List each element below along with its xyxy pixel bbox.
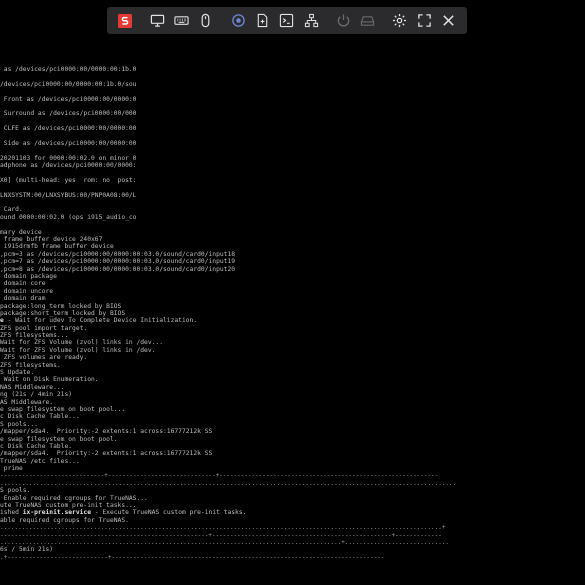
console-line: adphone as /devices/pci0000:00/0000: (0, 162, 137, 170)
console-line: ........................................… (0, 524, 446, 532)
keyboard-icon[interactable] (170, 9, 194, 33)
terminal-icon[interactable] (275, 9, 299, 33)
drive-icon[interactable] (356, 9, 380, 33)
close-icon[interactable] (437, 9, 461, 33)
console-line: LNXSYSTM:00/LNXSYBUS:00/PNP0A08:00/L (0, 191, 137, 199)
console-line: domain uncore (0, 287, 54, 295)
console-line: AS Middleware. (0, 398, 54, 406)
console-line: domain dram (0, 295, 46, 303)
console-line: X0] (multi-head: yes rom: no post: (0, 176, 137, 184)
console-line: ound 0000:00:02.0 (ops i915_audio_co (0, 213, 137, 221)
console-line: frame buffer device 240x67 (0, 235, 103, 243)
console-line: e swap filesystem on boot pool... (0, 405, 126, 413)
record-icon[interactable] (226, 9, 250, 33)
console-line: Wait for ZFS Volume (zvol) links in /dev… (0, 339, 164, 347)
console-line: package:short_term locked by BIOS (0, 309, 126, 317)
console-line: ZFS filesystems... (0, 332, 69, 340)
logo-icon[interactable] (113, 9, 137, 33)
console-line: TrueNAS /etc files... (0, 457, 80, 465)
console-line: c Disk Cache Table. (0, 442, 73, 450)
console-line: ........................................… (0, 539, 449, 546)
console-line: S Update. (0, 369, 35, 377)
console-line: NAS Middleware... (0, 383, 65, 391)
console-line: Card. (0, 206, 23, 214)
console-line: ng (21s / 4min 21s) (0, 391, 73, 399)
console-line: ZFS pool import target. (0, 324, 88, 332)
console-line: -----------------------------+----------… (0, 472, 439, 480)
console-line: domain core (0, 280, 46, 288)
console-line: Enable required cgroups for TrueNAS... (0, 494, 148, 502)
console-line: ----------------------------------------… (0, 531, 442, 539)
file-icon[interactable] (251, 9, 275, 33)
network-icon[interactable] (299, 9, 323, 33)
console-line: e - Wait for udev To Complete Device Ini… (0, 317, 198, 325)
console-line: ished ix-preinit.service - Execute TrueN… (0, 509, 247, 517)
power-icon[interactable] (331, 9, 355, 33)
console-line: Wait on Disk Enumeration. (0, 376, 99, 384)
console-line: S pools. (0, 487, 31, 495)
console-line: ZFS volumes are ready. (0, 354, 88, 362)
console-line: c Disk Cache Table... (0, 413, 80, 421)
console-line: i915drmfb frame buffer device (0, 243, 114, 251)
console-line: ZFS filesystems. (0, 361, 61, 369)
console-line: domain package (0, 272, 57, 280)
console-line: Side as /devices/pci0000:00/0000:00 (0, 139, 137, 147)
mouse-icon[interactable] (194, 9, 218, 33)
console-output[interactable]: as /devices/pci0000:00/0000:00:1b.0/devi… (0, 66, 585, 585)
console-line: package:long_term locked by BIOS (0, 302, 122, 310)
console-line: 6s / 5min 21s) (0, 546, 54, 554)
console-line: Surround as /devices/pci0000:00/000 (0, 110, 137, 118)
console-line: Wait for ZFS Volume (zvol) links in /dev… (0, 346, 156, 354)
console-line: 20201103 for 0000:00:02.0 on minor 0 (0, 154, 137, 162)
remote-console-toolbar (107, 7, 467, 34)
console-line: ,pcm=8 as /devices/pci0000:00/0000:00:03… (0, 265, 236, 273)
fullscreen-icon[interactable] (412, 9, 436, 33)
console-line: /mapper/sda4. Priority:-2 extents:1 acro… (0, 450, 213, 458)
console-line: /mapper/sda4. Priority:-2 extents:1 acro… (0, 428, 213, 436)
console-line: /devices/pci0000:00/0000:00:1b.0/sou (0, 80, 137, 88)
console-line: ........................................… (0, 479, 457, 487)
console-line: S pools... (0, 420, 38, 428)
console-line: ,pcm=7 as /devices/pci0000:00/0000:00:03… (0, 258, 236, 266)
monitor-icon[interactable] (145, 9, 169, 33)
console-line: Front as /devices/pci0000:00/0000:0 (0, 95, 137, 103)
console-line: CLFE as /devices/pci0000:00/0000:00 (0, 125, 137, 133)
console-line: e swap filesystem on boot pool. (0, 435, 118, 443)
console-line: .+----------------------------+---------… (0, 553, 385, 561)
console-line: mary device (0, 228, 42, 236)
console-line: able required cgroups for TrueNAS. (0, 516, 129, 524)
gear-icon[interactable] (388, 9, 412, 33)
console-line: ,pcm=3 as /devices/pci0000:00/0000:00:03… (0, 250, 236, 258)
console-line: as /devices/pci0000:00/0000:00:1b.0 (0, 66, 137, 73)
console-line: prime (0, 465, 23, 473)
